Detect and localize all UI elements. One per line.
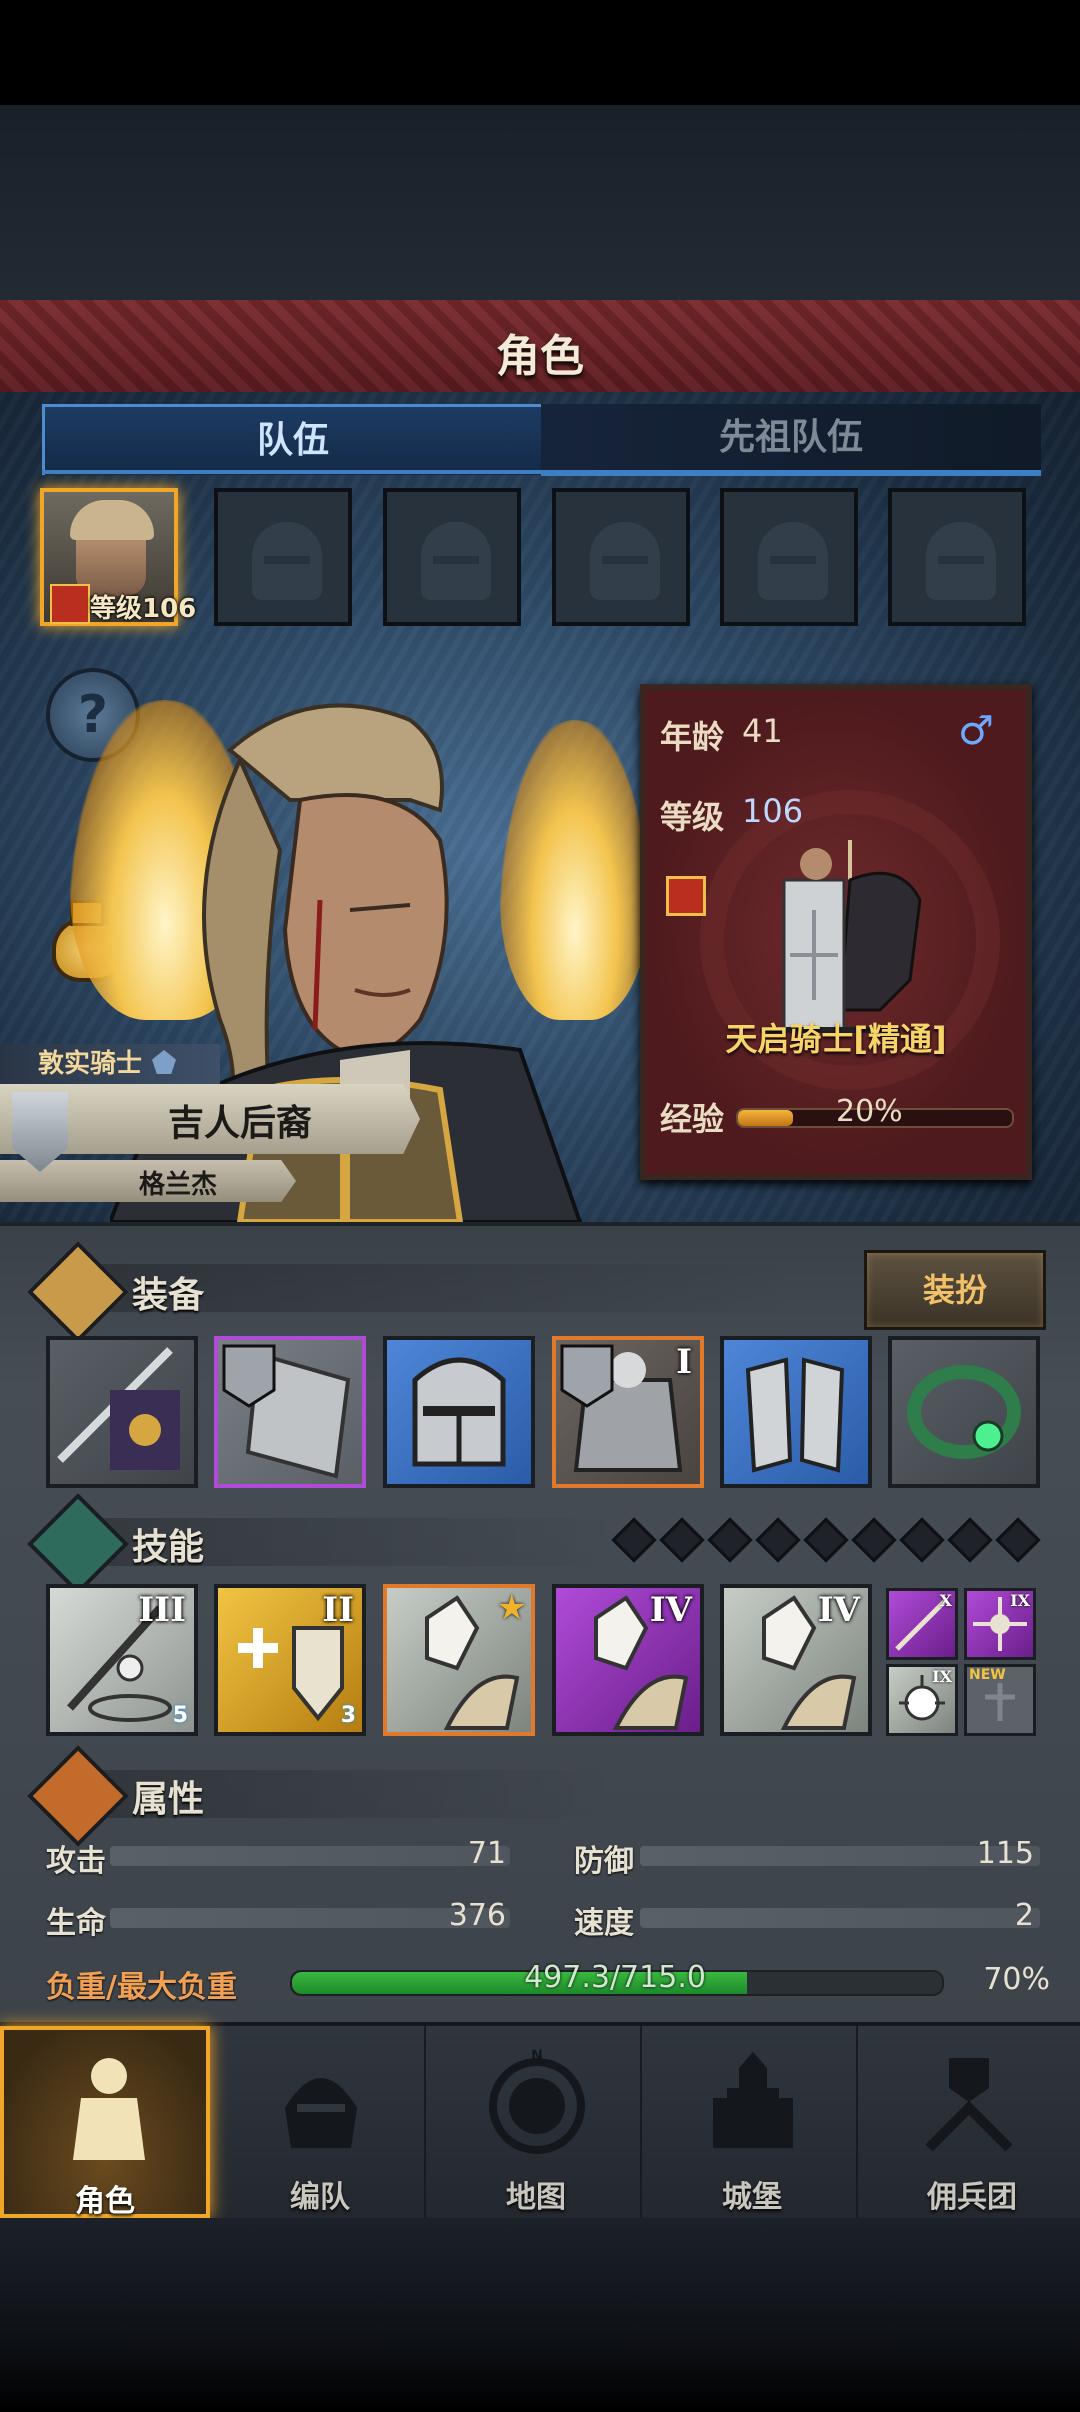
skill-tier: IV — [649, 1590, 692, 1630]
nav-castle[interactable]: 城堡 — [648, 2026, 858, 2218]
exp-bar-fill — [738, 1110, 793, 1126]
nav-map-label: 地图 — [506, 2180, 566, 2215]
exp-percent: 20% — [836, 1094, 903, 1129]
empty-helmet-icon — [252, 522, 322, 600]
new-badge: NEW — [969, 1667, 1006, 1683]
top-backdrop — [0, 0, 1080, 300]
tab-team[interactable]: 队伍 — [42, 404, 544, 475]
age-value: 41 — [742, 712, 783, 750]
roster-slot-empty[interactable] — [383, 488, 521, 626]
equip-slot-armor[interactable]: I — [552, 1336, 704, 1488]
title-bar: 角色 — [0, 300, 1080, 395]
nav-map[interactable]: N 地图 — [432, 2026, 642, 2218]
attack-value: 71 — [467, 1836, 506, 1871]
star-icon: ★ — [496, 1588, 527, 1628]
equip-slot-weapon[interactable] — [46, 1336, 198, 1488]
nav-role[interactable]: 角色 — [0, 2026, 210, 2219]
nav-formation[interactable]: 编队 — [216, 2026, 426, 2218]
equip-slot-helm[interactable] — [383, 1336, 535, 1488]
skill-slot-3[interactable]: ★ — [383, 1584, 535, 1736]
skill-count-badge: 3 — [340, 1703, 356, 1728]
exp-label: 经验 — [660, 1100, 725, 1138]
skill-tier: II — [322, 1590, 354, 1630]
skill-slot-5[interactable]: IV — [720, 1584, 872, 1736]
level-value: 106 — [742, 792, 804, 830]
castle-icon — [713, 2052, 793, 2148]
empty-helmet-icon — [758, 522, 828, 600]
empty-helmet-icon — [421, 522, 491, 600]
hero-hair — [70, 500, 154, 540]
roster-slot-empty[interactable] — [552, 488, 690, 626]
equipment-section-label: 装备 — [132, 1275, 205, 1316]
greaves-icon — [745, 1357, 845, 1473]
equip-slot-ring[interactable] — [888, 1336, 1040, 1488]
knight-icon — [73, 2058, 145, 2160]
skill-tier: III — [138, 1590, 186, 1630]
attack-label: 攻击 — [46, 1844, 106, 1879]
attributes-section-label: 属性 — [132, 1779, 205, 1820]
skills-section-label: 技能 — [132, 1527, 205, 1568]
load-value: 497.3/715.0 — [524, 1960, 706, 1995]
tower-shield-icon — [222, 1344, 351, 1479]
hero-level-label: 等级106 — [90, 594, 197, 624]
banner-lance-icon — [57, 1347, 180, 1470]
svg-text:N: N — [531, 2048, 543, 2064]
tab-underline — [42, 470, 1041, 474]
empty-helmet-icon — [590, 522, 660, 600]
hero-name: 吉人后裔 — [167, 1103, 312, 1144]
passive-tier: IX — [1010, 1591, 1030, 1610]
equip-tier: I — [676, 1342, 692, 1382]
level-label: 等级 — [660, 798, 725, 836]
nav-mercenary-label: 佣兵团 — [927, 2180, 1017, 2215]
speed-value: 2 — [1014, 1898, 1034, 1933]
roster-slot-empty[interactable] — [888, 488, 1026, 626]
mounted-knight-icon — [730, 730, 930, 1040]
cavalry-class-icon — [50, 584, 90, 624]
mercenary-icon — [925, 2058, 1013, 2152]
defense-label: 防御 — [574, 1844, 634, 1879]
load-label: 负重/最大负重 — [46, 1970, 237, 2005]
hp-value: 376 — [448, 1898, 506, 1933]
nav-mercenary[interactable]: 佣兵团 — [864, 2026, 1080, 2218]
passive-skill-1[interactable]: X — [886, 1588, 958, 1660]
equip-slot-shield[interactable] — [214, 1336, 366, 1488]
passive-tier: IX — [932, 1667, 952, 1686]
passive-tier: X — [939, 1591, 952, 1610]
skill-slot-1[interactable]: III 5 — [46, 1584, 198, 1736]
compass-map-icon: N — [489, 2048, 585, 2154]
skill-slot-4[interactable]: IV — [552, 1584, 704, 1736]
equip-slot-boots[interactable] — [720, 1336, 872, 1488]
bottom-backdrop — [0, 2218, 1080, 2412]
passive-skill-locked[interactable]: NEW — [964, 1664, 1036, 1736]
helmet-icon — [285, 2078, 357, 2148]
hero-title-tag: 敦实骑士 — [0, 1044, 220, 1084]
roster-slot-hero[interactable]: 等级106 — [40, 488, 196, 626]
age-label: 年龄 — [660, 718, 725, 756]
emerald-ring-icon — [907, 1365, 1021, 1459]
roster-slot-empty[interactable] — [214, 488, 352, 626]
class-name: 天启骑士[精通] — [725, 1020, 947, 1058]
roster-slot-empty[interactable] — [720, 488, 858, 626]
load-percent: 70% — [983, 1962, 1050, 1997]
hp-label: 生命 — [46, 1906, 106, 1941]
passive-skill-3[interactable]: IX — [886, 1664, 958, 1736]
nav-castle-label: 城堡 — [722, 2180, 782, 2215]
nav-formation-label: 编队 — [290, 2180, 350, 2215]
male-icon: ♂ — [958, 708, 994, 754]
skill-tier: IV — [817, 1590, 860, 1630]
outfit-button[interactable]: 装扮 — [864, 1250, 1046, 1330]
defense-value: 115 — [976, 1836, 1034, 1871]
speed-label: 速度 — [574, 1906, 634, 1941]
great-helm-icon — [412, 1357, 506, 1467]
passive-skill-2[interactable]: IX — [964, 1588, 1036, 1660]
tab-ancestor-team[interactable]: 先祖队伍 — [541, 404, 1041, 476]
nav-role-label: 角色 — [75, 2184, 135, 2219]
skill-count-badge: 5 — [172, 1703, 188, 1728]
skill-slot-2[interactable]: II 3 — [214, 1584, 366, 1736]
hero-subname: 格兰杰 — [138, 1170, 217, 1200]
page-title: 角色 — [496, 331, 584, 382]
empty-helmet-icon — [926, 522, 996, 600]
cavalry-class-icon — [666, 876, 706, 916]
